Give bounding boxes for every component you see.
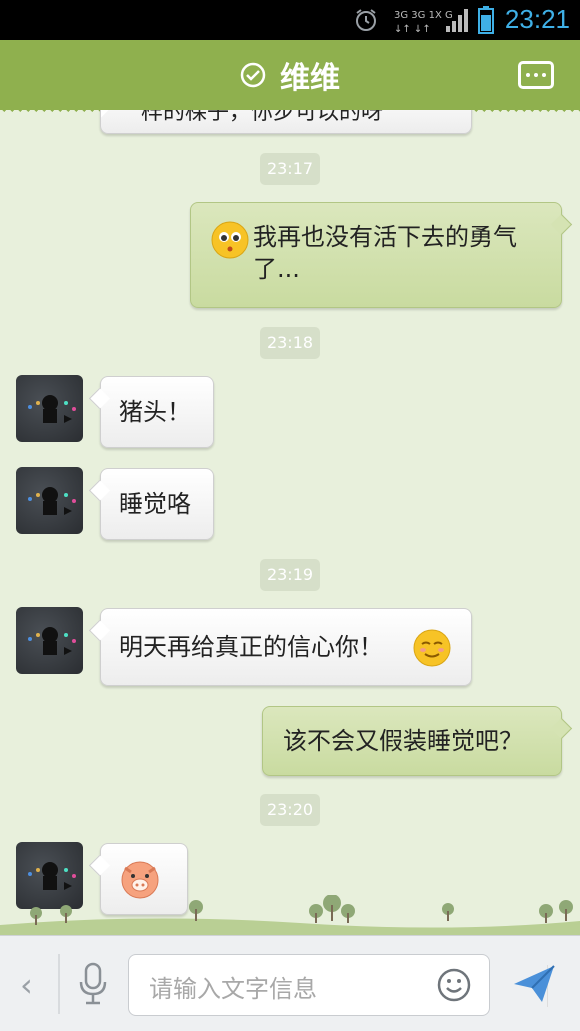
- message-bubble-outgoing[interactable]: 我再也没有活下去的勇气了...: [190, 202, 562, 308]
- back-chevron-icon[interactable]: ‹: [20, 966, 33, 1004]
- timestamp: 23:20: [260, 794, 320, 826]
- menu-icon[interactable]: [518, 61, 554, 89]
- status-clock: 23:21: [504, 4, 570, 34]
- background-scenery: [0, 895, 580, 935]
- message-input-placeholder: 请输入文字信息: [149, 975, 317, 1003]
- alarm-icon: [356, 9, 376, 31]
- message-input[interactable]: 请输入文字信息: [128, 954, 548, 1016]
- chat-area[interactable]: 样的棵子，你步可以的呀 23:17 我再也没有活下去的勇气了... 23:18 …: [0, 110, 580, 935]
- input-bar: ‹ 请输入文字信息: [0, 935, 580, 1031]
- send-icon[interactable]: [512, 964, 556, 1004]
- timestamp: 23:18: [260, 327, 320, 359]
- status-bar: 3G 3G 1X G ↓↑ ↓↑ 23:21: [0, 0, 580, 40]
- avatar[interactable]: [16, 375, 83, 442]
- contact-name: 维维: [280, 61, 340, 96]
- battery-icon: [478, 6, 494, 34]
- pig-emoji: [121, 861, 159, 899]
- message-text: 睡觉咯: [119, 490, 191, 518]
- avatar[interactable]: [16, 467, 83, 534]
- signal-icon: 3G 3G 1X G ↓↑ ↓↑: [394, 9, 468, 34]
- verified-icon: [240, 62, 266, 88]
- message-text: 猪头！: [119, 398, 191, 426]
- message-text: 明天再给真正的信心你！: [119, 633, 383, 661]
- microphone-icon[interactable]: [78, 962, 108, 1006]
- message-bubble-outgoing[interactable]: 该不会又假装睡觉吧？: [262, 706, 562, 776]
- sad-face-emoji: [211, 221, 249, 259]
- title-bar: 维维: [0, 40, 580, 116]
- timestamp: 23:19: [260, 559, 320, 591]
- message-text: 我再也没有活下去的勇气了...: [253, 223, 517, 283]
- message-bubble-partial[interactable]: 样的棵子，你步可以的呀: [100, 110, 472, 134]
- smile-emoji: [413, 629, 451, 667]
- message-bubble-incoming[interactable]: 明天再给真正的信心你！: [100, 608, 472, 686]
- emoji-icon[interactable]: [437, 968, 471, 1002]
- message-bubble-incoming[interactable]: 猪头！: [100, 376, 214, 448]
- message-text: 该不会又假装睡觉吧？: [283, 727, 523, 755]
- message-bubble-incoming[interactable]: 睡觉咯: [100, 468, 214, 540]
- svg-text:↓↑ ↓↑: ↓↑ ↓↑: [394, 24, 431, 34]
- timestamp: 23:17: [260, 153, 320, 185]
- avatar[interactable]: [16, 607, 83, 674]
- svg-text:3G 3G 1X G: 3G 3G 1X G: [394, 10, 453, 21]
